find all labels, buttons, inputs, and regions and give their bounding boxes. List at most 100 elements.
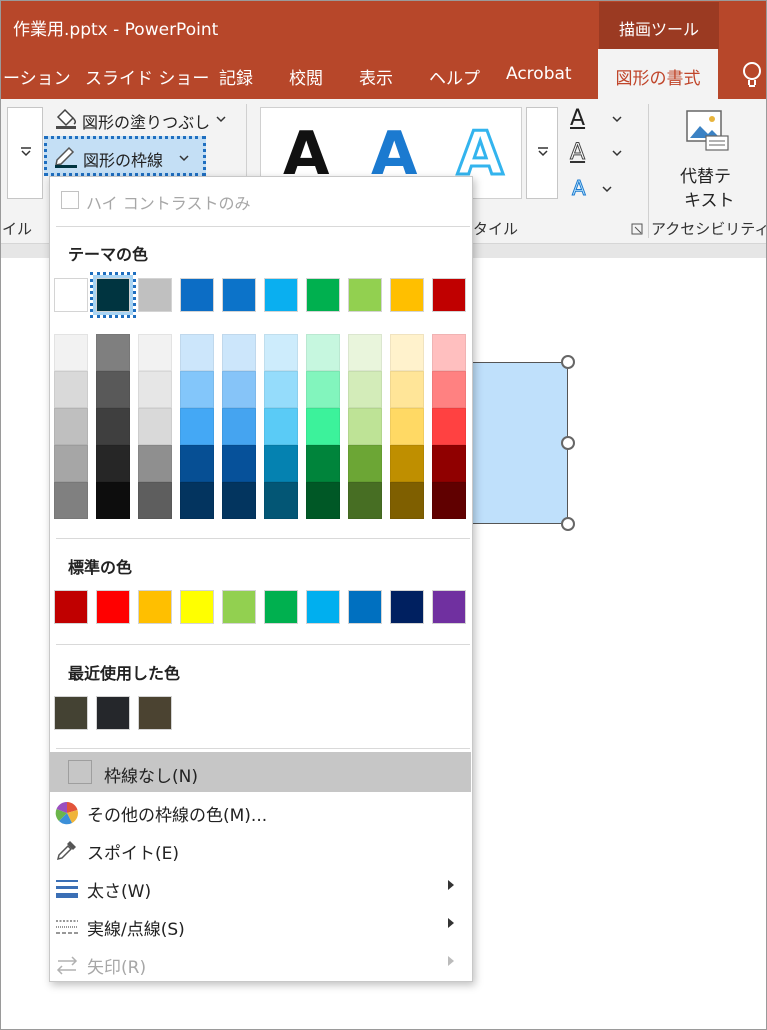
theme-shade-swatch[interactable] [96, 408, 130, 445]
dialog-launcher-icon[interactable] [631, 223, 643, 235]
tab-review[interactable]: 校閲 [289, 64, 323, 89]
theme-shade-swatch[interactable] [138, 408, 172, 445]
theme-shade-swatch[interactable] [306, 482, 340, 519]
standard-color-swatch[interactable] [306, 590, 340, 624]
theme-color-swatch[interactable] [138, 278, 172, 312]
theme-shade-swatch[interactable] [348, 445, 382, 482]
theme-shade-swatch[interactable] [54, 482, 88, 519]
high-contrast-only-option[interactable]: ハイ コントラストのみ [56, 186, 356, 214]
resize-handle-right[interactable] [561, 436, 575, 450]
theme-shade-swatch[interactable] [222, 334, 256, 371]
theme-shade-swatch[interactable] [96, 334, 130, 371]
theme-shade-swatch[interactable] [264, 445, 298, 482]
resize-handle-bottom-right[interactable] [561, 517, 575, 531]
theme-shade-swatch[interactable] [54, 371, 88, 408]
theme-color-swatch[interactable] [306, 278, 340, 312]
standard-color-swatch[interactable] [264, 590, 298, 624]
theme-shade-swatch[interactable] [264, 334, 298, 371]
theme-shade-swatch[interactable] [96, 445, 130, 482]
theme-shade-swatch[interactable] [264, 408, 298, 445]
theme-shade-swatch[interactable] [96, 371, 130, 408]
tab-shape-format[interactable]: 図形の書式 [598, 49, 718, 99]
theme-shade-swatch[interactable] [390, 371, 424, 408]
theme-shade-swatch[interactable] [432, 482, 466, 519]
theme-shade-swatch[interactable] [222, 482, 256, 519]
theme-shade-swatch[interactable] [222, 371, 256, 408]
theme-shade-swatch[interactable] [222, 408, 256, 445]
tab-acrobat[interactable]: Acrobat [506, 64, 572, 84]
theme-color-swatch[interactable] [264, 278, 298, 312]
theme-shade-swatch[interactable] [264, 371, 298, 408]
recent-color-swatch[interactable] [54, 696, 88, 730]
tab-view[interactable]: 表示 [359, 64, 393, 89]
no-outline-item[interactable]: 枠線なし(N) [50, 752, 471, 792]
theme-shade-swatch[interactable] [138, 334, 172, 371]
theme-shade-swatch[interactable] [348, 408, 382, 445]
theme-shade-swatch[interactable] [180, 482, 214, 519]
tab-record[interactable]: 記録 [219, 64, 253, 89]
theme-shade-swatch[interactable] [180, 445, 214, 482]
resize-handle-top-right[interactable] [561, 355, 575, 369]
tab-animation[interactable]: ーション [3, 64, 71, 89]
tab-help[interactable]: ヘルプ [429, 64, 480, 89]
theme-shade-swatch[interactable] [390, 482, 424, 519]
shape-outline-button[interactable]: 図形の枠線 [44, 136, 206, 176]
theme-shade-swatch[interactable] [138, 482, 172, 519]
shape-style-gallery-more-button[interactable] [7, 107, 43, 199]
theme-shade-swatch[interactable] [306, 445, 340, 482]
theme-color-swatch[interactable] [54, 278, 88, 312]
high-contrast-checkbox[interactable] [61, 191, 79, 209]
standard-color-swatch[interactable] [222, 590, 256, 624]
lightbulb-icon[interactable] [741, 61, 763, 89]
theme-shade-swatch[interactable] [180, 371, 214, 408]
theme-color-swatch[interactable] [390, 278, 424, 312]
wordart-style-black[interactable]: A [283, 124, 329, 184]
theme-shade-swatch[interactable] [348, 334, 382, 371]
theme-shade-swatch[interactable] [348, 371, 382, 408]
text-fill-button[interactable]: A [568, 106, 630, 134]
recent-color-swatch[interactable] [138, 696, 172, 730]
theme-shade-swatch[interactable] [54, 445, 88, 482]
standard-color-swatch[interactable] [138, 590, 172, 624]
weight-item[interactable]: 太さ(W) [50, 868, 471, 906]
theme-shade-swatch[interactable] [390, 408, 424, 445]
theme-shade-swatch[interactable] [264, 482, 298, 519]
theme-shade-swatch[interactable] [96, 482, 130, 519]
theme-shade-swatch[interactable] [390, 334, 424, 371]
theme-shade-swatch[interactable] [306, 408, 340, 445]
standard-color-swatch[interactable] [432, 590, 466, 624]
theme-color-swatch[interactable] [180, 278, 214, 312]
theme-shade-swatch[interactable] [180, 408, 214, 445]
theme-color-swatch-selected[interactable] [90, 272, 136, 318]
wordart-style-outline[interactable]: A [455, 123, 504, 186]
standard-color-swatch[interactable] [54, 590, 88, 624]
more-outline-colors-item[interactable]: その他の枠線の色(M)... [50, 792, 471, 830]
text-outline-button[interactable]: A [568, 140, 630, 168]
standard-color-swatch[interactable] [390, 590, 424, 624]
eyedropper-item[interactable]: スポイト(E) [50, 830, 471, 868]
theme-shade-swatch[interactable] [432, 371, 466, 408]
standard-color-swatch[interactable] [96, 590, 130, 624]
theme-shade-swatch[interactable] [306, 334, 340, 371]
theme-shade-swatch[interactable] [222, 445, 256, 482]
tab-slideshow[interactable]: スライド ショー [85, 64, 209, 89]
theme-shade-swatch[interactable] [432, 334, 466, 371]
theme-shade-swatch[interactable] [306, 371, 340, 408]
wordart-style-blue[interactable]: A [371, 124, 417, 184]
text-effects-button[interactable]: A [568, 176, 630, 204]
theme-shade-swatch[interactable] [432, 445, 466, 482]
theme-shade-swatch[interactable] [54, 334, 88, 371]
theme-shade-swatch[interactable] [348, 482, 382, 519]
shape-fill-button[interactable]: 図形の塗りつぶし [52, 105, 242, 133]
theme-color-swatch[interactable] [432, 278, 466, 312]
wordart-gallery-more-button[interactable] [526, 107, 558, 199]
theme-shade-swatch[interactable] [138, 371, 172, 408]
theme-shade-swatch[interactable] [54, 408, 88, 445]
dashes-item[interactable]: 実線/点線(S) [50, 906, 471, 944]
alt-text-button[interactable]: 代替テ キスト [660, 106, 756, 211]
theme-shade-swatch[interactable] [432, 408, 466, 445]
theme-shade-swatch[interactable] [180, 334, 214, 371]
recent-color-swatch[interactable] [96, 696, 130, 730]
theme-color-swatch[interactable] [222, 278, 256, 312]
theme-shade-swatch[interactable] [390, 445, 424, 482]
